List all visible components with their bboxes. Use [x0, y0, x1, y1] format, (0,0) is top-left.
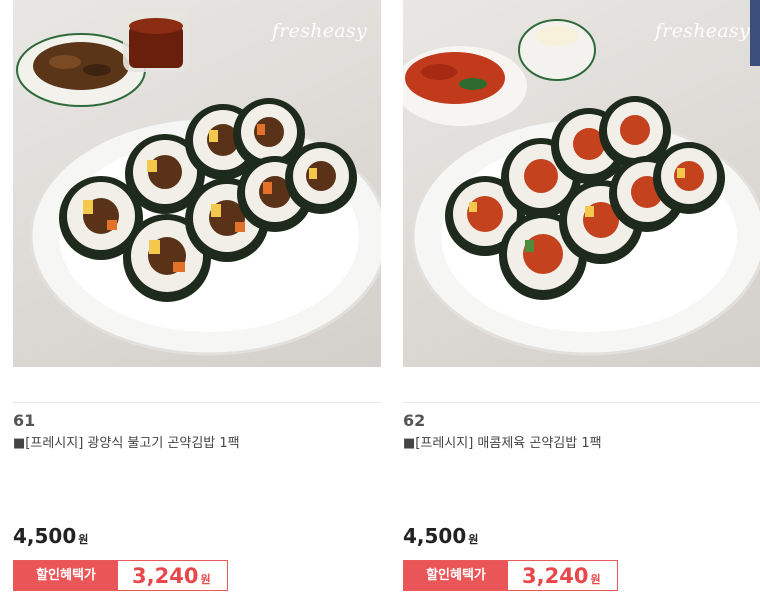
gimbap-spicy-pork-photo	[403, 19, 760, 356]
discount-box: 할인혜택가 3,240 원	[13, 560, 228, 591]
discount-label: 할인혜택가	[14, 561, 118, 590]
discount-label: 할인혜택가	[404, 561, 508, 590]
discount-price-value: 3,240	[522, 564, 589, 588]
gimbap-bulgogi-photo	[16, 10, 381, 356]
product-price: 4,500 원	[403, 524, 478, 548]
currency-unit: 원	[590, 573, 601, 586]
product-image[interactable]: fresheasy	[13, 0, 381, 367]
discount-price: 3,240 원	[522, 562, 601, 591]
currency-unit: 원	[200, 573, 211, 586]
discount-price-value: 3,240	[132, 564, 199, 588]
discount-price: 3,240 원	[132, 562, 211, 591]
price-value: 4,500	[13, 524, 77, 548]
product-price: 4,500 원	[13, 524, 88, 548]
currency-unit: 원	[78, 533, 89, 546]
product-name[interactable]: ■[프레시지] 광양식 불고기 곤약김밥 1팩	[13, 432, 240, 451]
product-name[interactable]: ■[프레시지] 매콤제육 곤약김밥 1팩	[403, 432, 602, 451]
currency-unit: 원	[468, 533, 479, 546]
divider	[403, 402, 760, 403]
product-card[interactable]: fresheasy 62 ■[프레시지] 매콤제육 곤약김밥 1팩 4,500 원…	[403, 0, 760, 606]
side-tab[interactable]	[750, 0, 760, 66]
divider	[13, 402, 381, 403]
brand-watermark: fresheasy	[654, 20, 750, 42]
product-number: 62	[403, 411, 426, 430]
brand-watermark: fresheasy	[271, 20, 367, 42]
product-card[interactable]: fresheasy 61 ■[프레시지] 광양식 불고기 곤약김밥 1팩 4,5…	[13, 0, 381, 606]
product-image[interactable]: fresheasy	[403, 0, 760, 367]
discount-box: 할인혜택가 3,240 원	[403, 560, 618, 591]
product-number: 61	[13, 411, 36, 430]
price-value: 4,500	[403, 524, 467, 548]
